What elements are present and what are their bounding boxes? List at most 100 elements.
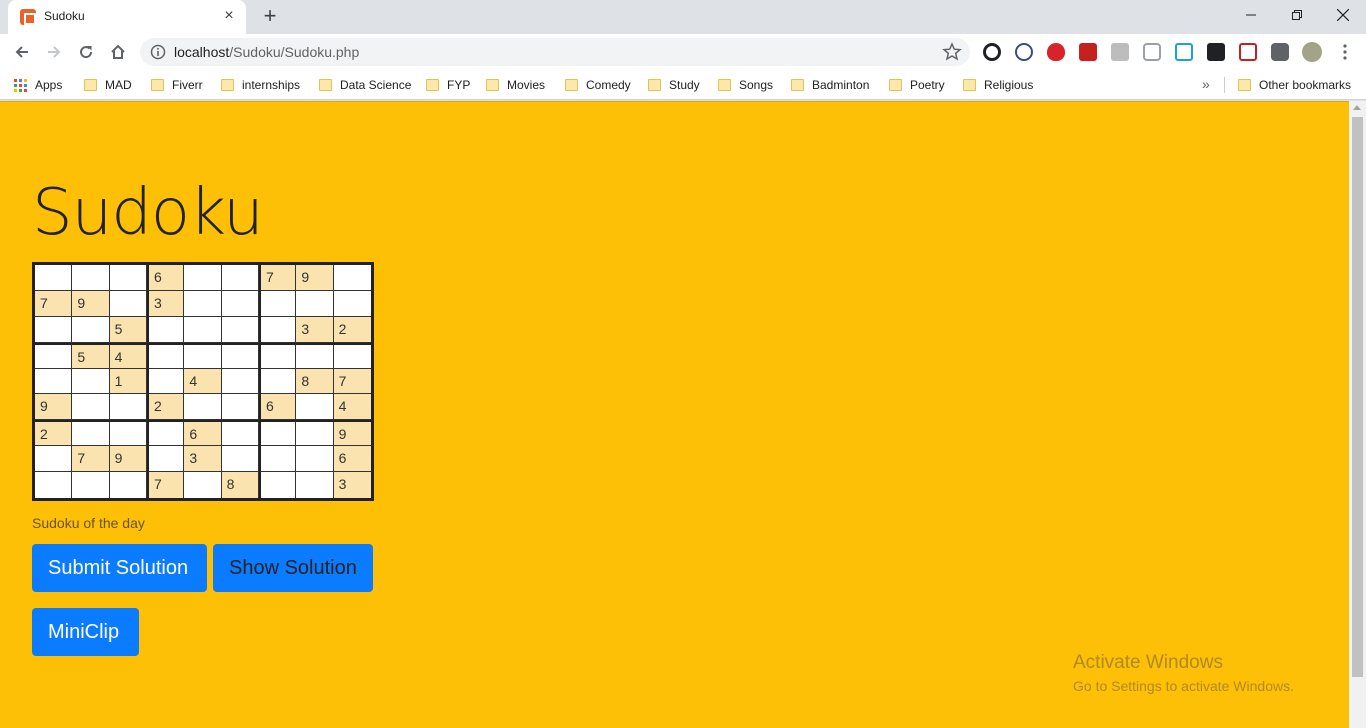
extension-box-icon[interactable] bbox=[1207, 43, 1225, 61]
tab-close-icon[interactable]: × bbox=[220, 7, 238, 25]
extensions-puzzle-icon[interactable] bbox=[1271, 43, 1289, 61]
sudoku-cell[interactable]: 2 bbox=[146, 394, 185, 421]
sudoku-cell[interactable]: 7 bbox=[258, 265, 297, 291]
sudoku-cell[interactable]: 2 bbox=[35, 420, 73, 447]
sudoku-cell[interactable] bbox=[296, 472, 334, 498]
bookmark-star-icon[interactable] bbox=[942, 42, 962, 62]
sudoku-cell[interactable] bbox=[109, 420, 147, 447]
window-minimize-button[interactable] bbox=[1228, 0, 1274, 30]
sudoku-cell[interactable] bbox=[184, 472, 222, 498]
sudoku-cell[interactable] bbox=[146, 316, 185, 343]
scroll-up-arrow-icon[interactable] bbox=[1353, 105, 1361, 110]
home-button[interactable] bbox=[104, 38, 132, 66]
sudoku-cell[interactable] bbox=[72, 420, 110, 447]
sudoku-cell[interactable] bbox=[296, 394, 334, 421]
sudoku-cell[interactable] bbox=[184, 394, 222, 421]
extension-camera-icon[interactable] bbox=[1143, 43, 1161, 61]
sudoku-cell[interactable] bbox=[109, 290, 147, 317]
sudoku-cell[interactable] bbox=[35, 368, 73, 395]
sudoku-cell[interactable] bbox=[72, 368, 110, 395]
vertical-scrollbar[interactable] bbox=[1349, 101, 1366, 728]
sudoku-cell[interactable]: 5 bbox=[109, 316, 147, 343]
bookmark-badminton[interactable]: Badminton bbox=[791, 76, 869, 94]
forward-button[interactable] bbox=[40, 38, 68, 66]
sudoku-cell[interactable] bbox=[35, 265, 73, 291]
sudoku-cell[interactable] bbox=[146, 446, 185, 473]
sudoku-cell[interactable] bbox=[35, 472, 73, 498]
sudoku-cell[interactable] bbox=[35, 446, 73, 473]
sudoku-cell[interactable] bbox=[221, 394, 259, 421]
sudoku-cell[interactable] bbox=[146, 368, 185, 395]
bookmark-other-bookmarks[interactable]: Other bookmarks bbox=[1238, 76, 1351, 94]
sudoku-cell[interactable] bbox=[333, 265, 371, 291]
sudoku-cell[interactable]: 9 bbox=[35, 394, 73, 421]
sudoku-cell[interactable] bbox=[35, 342, 73, 369]
bookmark-data-science[interactable]: Data Science bbox=[319, 76, 411, 94]
sudoku-cell[interactable]: 3 bbox=[184, 446, 222, 473]
bookmark-internships[interactable]: internships bbox=[221, 76, 300, 94]
extension-pdf-icon[interactable] bbox=[1079, 43, 1097, 61]
sudoku-cell[interactable] bbox=[72, 472, 110, 498]
sudoku-cell[interactable] bbox=[221, 420, 259, 447]
sudoku-cell[interactable] bbox=[72, 394, 110, 421]
extension-grey-icon[interactable] bbox=[1111, 43, 1129, 61]
sudoku-cell[interactable] bbox=[146, 342, 185, 369]
sudoku-cell[interactable]: 3 bbox=[333, 472, 371, 498]
sudoku-cell[interactable]: 2 bbox=[333, 316, 371, 343]
bookmarks-overflow-chevron-icon[interactable]: » bbox=[1202, 76, 1210, 92]
sudoku-cell[interactable]: 8 bbox=[296, 368, 334, 395]
bookmark-poetry[interactable]: Poetry bbox=[889, 76, 945, 94]
sudoku-cell[interactable] bbox=[184, 265, 222, 291]
back-button[interactable] bbox=[8, 38, 36, 66]
profile-avatar[interactable] bbox=[1302, 42, 1322, 62]
sudoku-cell[interactable] bbox=[221, 290, 259, 317]
new-tab-button[interactable]: + bbox=[258, 4, 282, 28]
extension-copy-icon[interactable] bbox=[1175, 43, 1193, 61]
sudoku-cell[interactable]: 3 bbox=[146, 290, 185, 317]
window-close-button[interactable] bbox=[1320, 0, 1366, 30]
window-restore-button[interactable] bbox=[1274, 0, 1320, 30]
sudoku-cell[interactable]: 6 bbox=[146, 265, 185, 291]
extension-block-icon[interactable] bbox=[1015, 43, 1033, 61]
menu-kebab-icon[interactable] bbox=[1336, 43, 1354, 61]
url-text[interactable]: localhost/Sudoku/Sudoku.php bbox=[174, 44, 359, 60]
sudoku-cell[interactable] bbox=[258, 290, 297, 317]
sudoku-cell[interactable]: 6 bbox=[333, 446, 371, 473]
sudoku-cell[interactable] bbox=[72, 265, 110, 291]
sudoku-cell[interactable]: 8 bbox=[221, 472, 259, 498]
sudoku-cell[interactable] bbox=[258, 472, 297, 498]
sudoku-cell[interactable] bbox=[35, 316, 73, 343]
info-icon[interactable] bbox=[150, 44, 166, 60]
sudoku-cell[interactable]: 1 bbox=[109, 368, 147, 395]
sudoku-cell[interactable]: 4 bbox=[109, 342, 147, 369]
sudoku-cell[interactable] bbox=[221, 342, 259, 369]
extension-pocket-icon[interactable] bbox=[1239, 43, 1257, 61]
sudoku-cell[interactable]: 7 bbox=[146, 472, 185, 498]
sudoku-cell[interactable] bbox=[72, 316, 110, 343]
sudoku-cell[interactable] bbox=[109, 265, 147, 291]
bookmark-study[interactable]: Study bbox=[648, 76, 700, 94]
extension-adblock-icon[interactable] bbox=[1047, 43, 1065, 61]
sudoku-cell[interactable]: 9 bbox=[72, 290, 110, 317]
sudoku-cell[interactable] bbox=[296, 420, 334, 447]
bookmark-fyp[interactable]: FYP bbox=[426, 76, 470, 94]
bookmark-fiverr[interactable]: Fiverr bbox=[151, 76, 203, 94]
sudoku-cell[interactable] bbox=[221, 446, 259, 473]
sudoku-cell[interactable] bbox=[258, 420, 297, 447]
scrollbar-thumb[interactable] bbox=[1352, 117, 1363, 677]
sudoku-cell[interactable]: 9 bbox=[333, 420, 371, 447]
sudoku-cell[interactable]: 4 bbox=[184, 368, 222, 395]
submit-solution-button[interactable]: Submit Solution bbox=[32, 544, 207, 592]
sudoku-cell[interactable] bbox=[296, 290, 334, 317]
bookmark-religious[interactable]: Religious bbox=[963, 76, 1033, 94]
sudoku-cell[interactable] bbox=[258, 342, 297, 369]
sudoku-cell[interactable] bbox=[258, 316, 297, 343]
bookmark-movies[interactable]: Movies bbox=[486, 76, 545, 94]
miniclip-button[interactable]: MiniClip bbox=[32, 608, 139, 656]
reload-button[interactable] bbox=[72, 38, 100, 66]
extension-loop-icon[interactable] bbox=[983, 43, 1001, 61]
sudoku-cell[interactable]: 7 bbox=[72, 446, 110, 473]
sudoku-cell[interactable]: 6 bbox=[184, 420, 222, 447]
sudoku-cell[interactable]: 5 bbox=[72, 342, 110, 369]
sudoku-cell[interactable] bbox=[221, 368, 259, 395]
